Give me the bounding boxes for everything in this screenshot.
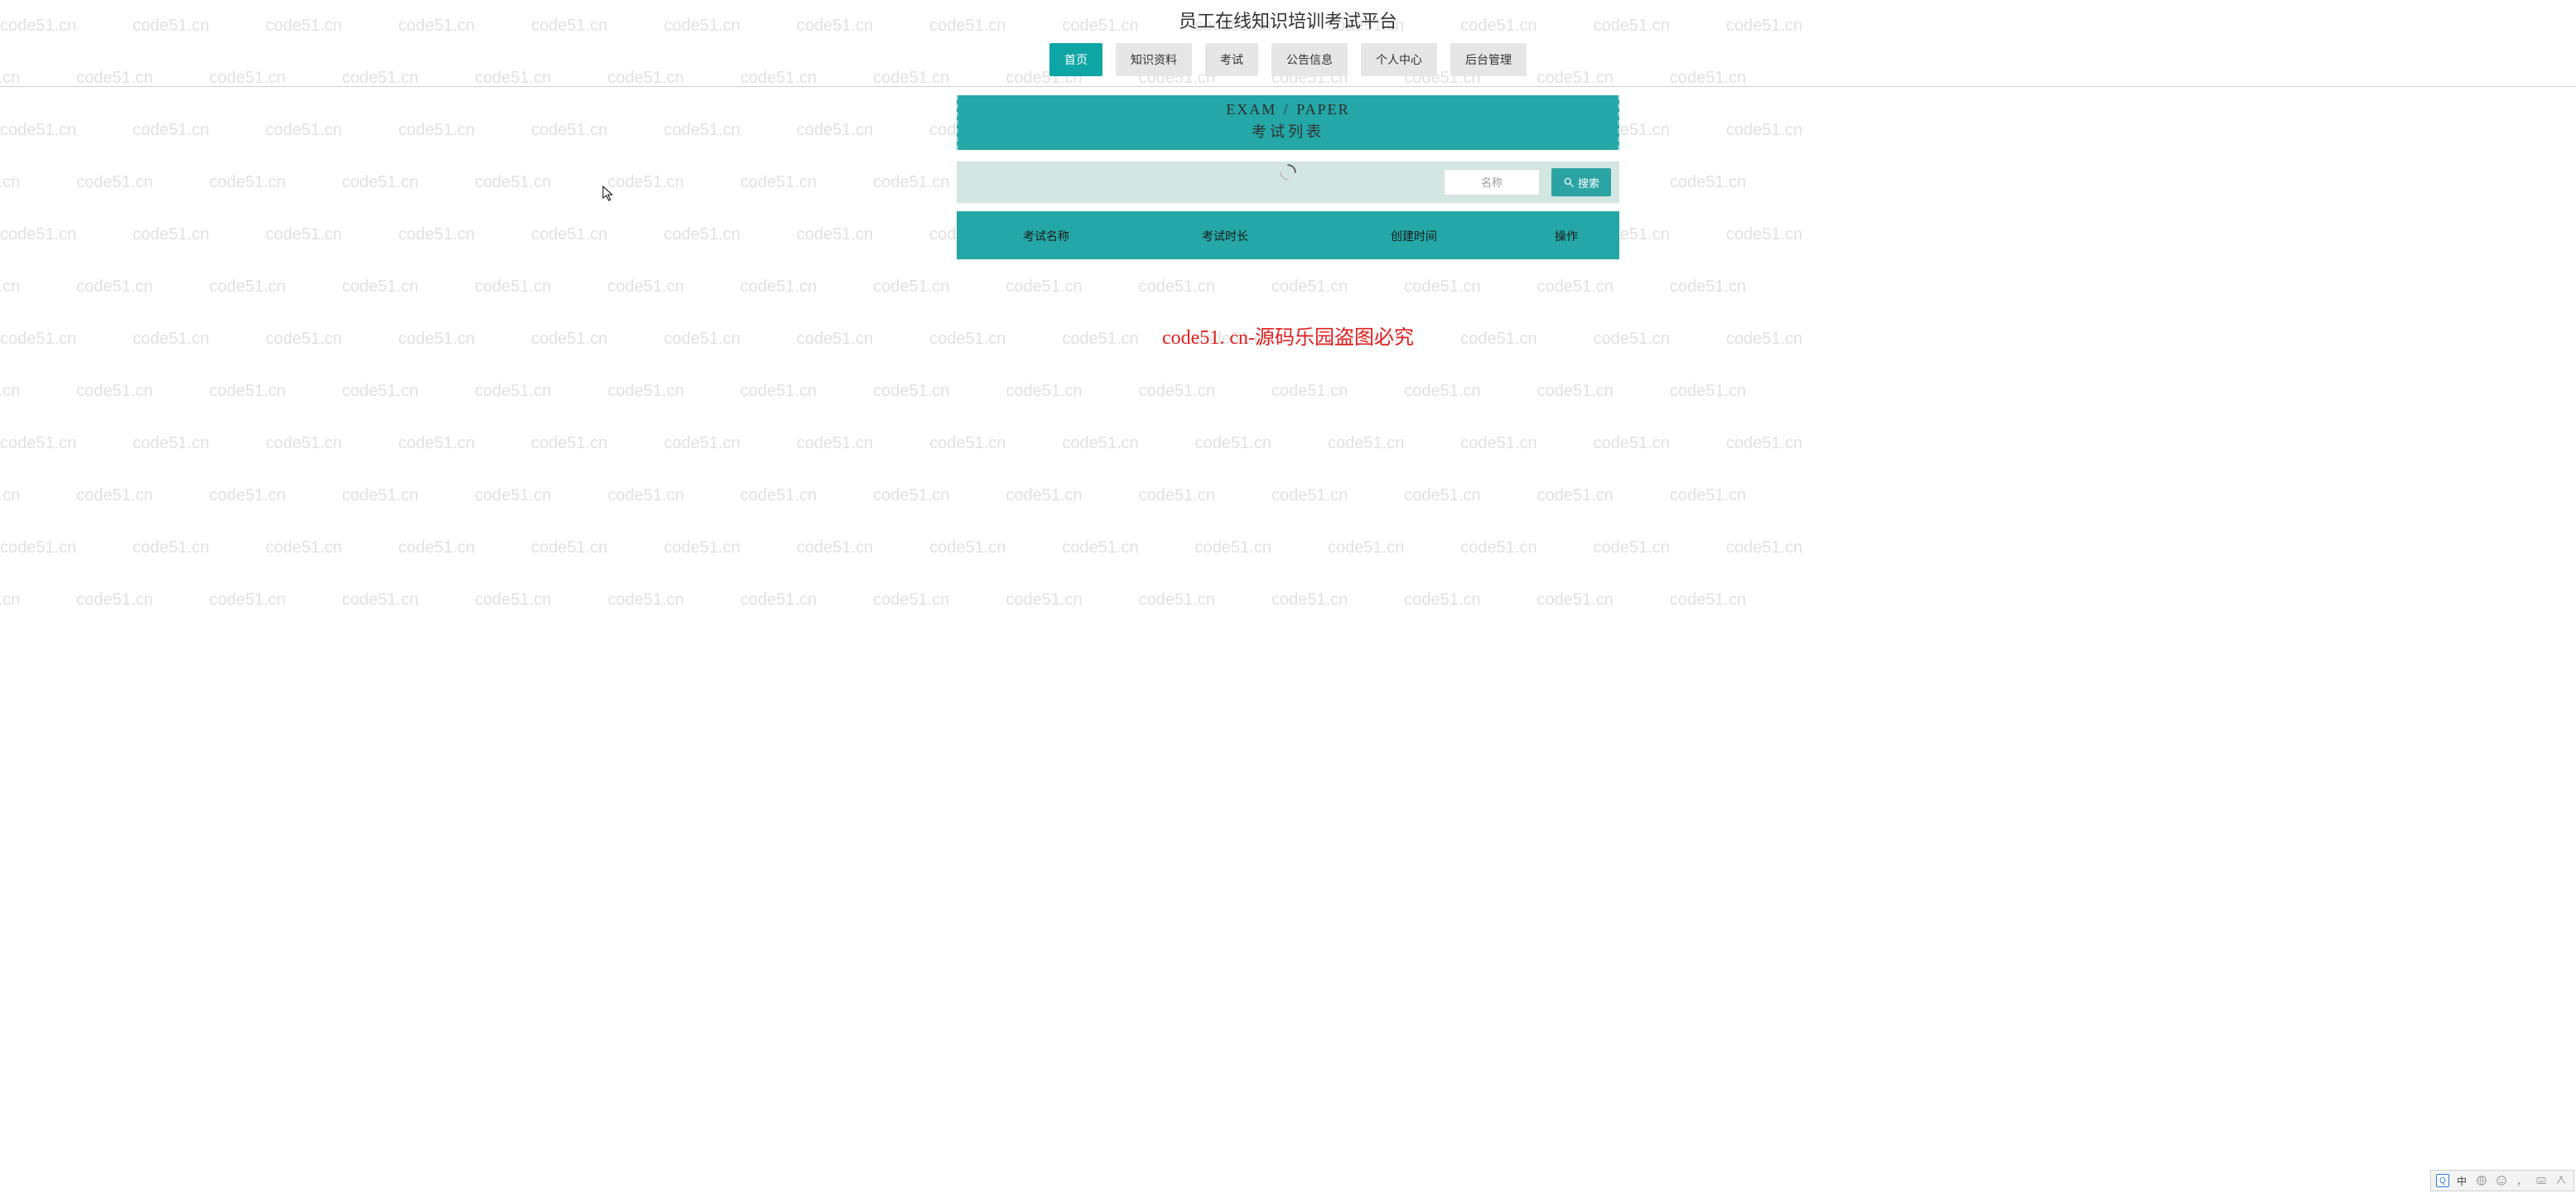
keyboard-icon[interactable] (2534, 1173, 2549, 1188)
search-button[interactable]: 搜索 (1551, 168, 1611, 196)
red-copyright-notice: code51. cn-源码乐园盗图必究 (0, 321, 2576, 350)
main-container: EXAM / PAPER 考试列表 搜索 考试名称 考试时长 (957, 95, 1619, 259)
section-banner: EXAM / PAPER 考试列表 (957, 95, 1619, 150)
nav-knowledge[interactable]: 知识资料 (1116, 43, 1192, 76)
exam-table: 考试名称 考试时长 创建时间 操作 (957, 211, 1619, 259)
col-exam-name: 考试名称 (957, 211, 1136, 259)
col-created-at: 创建时间 (1315, 211, 1513, 259)
nav-admin[interactable]: 后台管理 (1450, 43, 1527, 76)
table-header-row: 考试名称 考试时长 创建时间 操作 (957, 211, 1619, 259)
main-nav: 首页 知识资料 考试 公告信息 个人中心 后台管理 (0, 35, 2576, 86)
app-title: 员工在线知识培训考试平台 (0, 0, 2576, 35)
banner-cn: 考试列表 (958, 120, 1618, 142)
globe-icon[interactable] (2474, 1173, 2489, 1188)
name-filter-input[interactable] (1444, 169, 1540, 196)
mouse-cursor-icon (602, 186, 614, 206)
search-button-label: 搜索 (1578, 175, 1599, 191)
punct-icon[interactable]: ， (2514, 1173, 2529, 1188)
nav-profile[interactable]: 个人中心 (1361, 43, 1437, 76)
smile-icon[interactable] (2494, 1173, 2509, 1188)
ime-status-bar[interactable]: Q 中 ， (2430, 1170, 2574, 1191)
ime-lang-indicator[interactable]: 中 (2454, 1173, 2469, 1188)
search-icon (1563, 176, 1575, 188)
col-ops: 操作 (1513, 211, 1619, 259)
nav-exam[interactable]: 考试 (1205, 43, 1258, 76)
ime-app-icon[interactable]: Q (2436, 1174, 2449, 1187)
header: 员工在线知识培训考试平台 首页 知识资料 考试 公告信息 个人中心 后台管理 (0, 0, 2576, 87)
nav-announce[interactable]: 公告信息 (1271, 43, 1348, 76)
banner-en: EXAM / PAPER (958, 101, 1618, 118)
settings-icon[interactable] (2554, 1173, 2569, 1188)
col-duration: 考试时长 (1136, 211, 1315, 259)
filter-bar: 搜索 (957, 162, 1619, 203)
nav-home[interactable]: 首页 (1049, 43, 1102, 76)
